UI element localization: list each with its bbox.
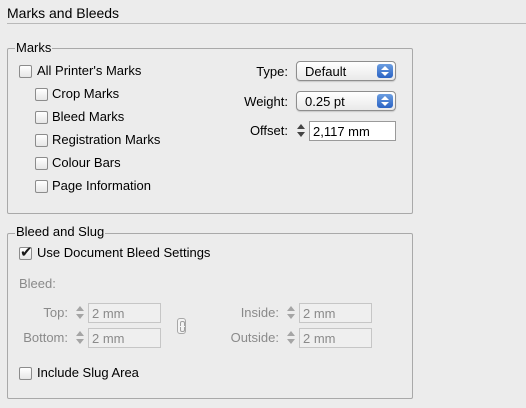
bleed-label: Bleed: (19, 276, 56, 291)
colour-bars-checkbox[interactable] (35, 157, 48, 170)
registration-marks-checkbox[interactable] (35, 134, 48, 147)
bottom-field[interactable]: 2 mm (88, 328, 161, 348)
marks-group-label: Marks (15, 40, 53, 55)
title-divider (7, 23, 526, 24)
weight-label: Weight: (244, 94, 288, 109)
all-printers-marks-label: All Printer's Marks (37, 63, 142, 78)
use-document-bleed-label: Use Document Bleed Settings (37, 245, 211, 260)
top-field[interactable]: 2 mm (88, 303, 161, 323)
weight-popup-value: 0.25 pt (305, 94, 345, 109)
bottom-label: Bottom: (23, 330, 68, 345)
top-stepper-icon[interactable] (75, 303, 85, 323)
registration-marks-label: Registration Marks (52, 132, 161, 147)
include-slug-label: Include Slug Area (37, 365, 139, 380)
offset-field[interactable]: 2,117 mm (309, 121, 396, 141)
offset-stepper-icon[interactable] (296, 121, 306, 141)
type-label: Type: (256, 64, 288, 79)
bleed-slug-group-label: Bleed and Slug (15, 224, 106, 239)
weight-popup[interactable]: 0.25 pt (296, 91, 396, 111)
popup-arrows-icon (377, 64, 393, 78)
top-label: Top: (43, 305, 68, 320)
outside-field[interactable]: 2 mm (299, 328, 372, 348)
page-information-label: Page Information (52, 178, 152, 193)
offset-label: Offset: (249, 123, 288, 138)
bottom-stepper-icon[interactable] (75, 328, 85, 348)
inside-field[interactable]: 2 mm (299, 303, 372, 323)
inside-stepper-icon[interactable] (286, 303, 296, 323)
type-popup[interactable]: Default (296, 61, 396, 81)
bleed-marks-checkbox[interactable] (35, 111, 48, 124)
page-information-checkbox[interactable] (35, 180, 48, 193)
inside-label: Inside: (240, 305, 279, 320)
use-document-bleed-checkbox[interactable] (19, 243, 33, 261)
colour-bars-label: Colour Bars (52, 155, 121, 170)
chain-link-icon[interactable] (177, 318, 186, 334)
outside-label: Outside: (230, 330, 279, 345)
include-slug-checkbox[interactable] (19, 367, 32, 380)
all-printers-marks-checkbox[interactable] (19, 65, 32, 78)
bleed-marks-label: Bleed Marks (52, 109, 125, 124)
crop-marks-label: Crop Marks (52, 86, 120, 101)
type-popup-value: Default (305, 64, 347, 79)
section-title: Marks and Bleeds (7, 5, 120, 21)
popup-arrows-icon (377, 94, 393, 108)
crop-marks-checkbox[interactable] (35, 88, 48, 101)
outside-stepper-icon[interactable] (286, 328, 296, 348)
